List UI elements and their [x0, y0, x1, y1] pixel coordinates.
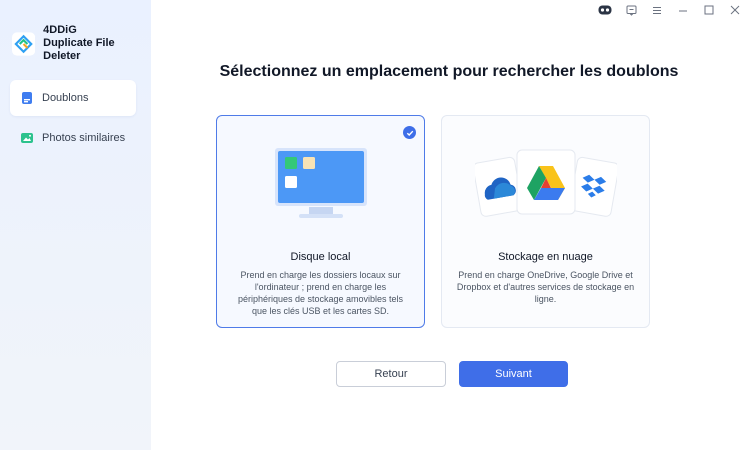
cloud-storage-card[interactable]: Stockage en nuage Prend en charge OneDri…: [441, 115, 650, 328]
dropbox-icon: [568, 156, 617, 217]
brand-name-line2: Duplicate File Deleter: [43, 37, 115, 62]
selected-check-icon: [403, 126, 416, 139]
sidebar-item-label: Photos similaires: [42, 132, 126, 144]
monitor-icon: [274, 148, 367, 218]
feedback-icon[interactable]: [619, 0, 643, 20]
local-disk-card[interactable]: Disque local Prend en charge les dossier…: [216, 115, 425, 328]
brand-name: 4DDiG Duplicate File Deleter: [43, 24, 151, 63]
minimize-icon[interactable]: [671, 0, 695, 20]
sidebar-item-label: Doublons: [42, 92, 89, 104]
onedrive-icon: [474, 156, 523, 217]
back-button[interactable]: Retour: [336, 361, 446, 387]
computer-illustration: [217, 146, 424, 222]
card-description: Prend en charge OneDrive, Google Drive e…: [456, 270, 635, 304]
sidebar-item-photos-similaires[interactable]: Photos similaires: [10, 120, 136, 156]
page-title: Sélectionnez un emplacement pour recherc…: [219, 63, 679, 80]
brand: 4DDiG Duplicate File Deleter: [12, 24, 151, 63]
card-description: Prend en charge les dossiers locaux sur …: [237, 270, 404, 316]
maximize-icon[interactable]: [697, 0, 721, 20]
window-controls: [591, 0, 747, 20]
card-title: Stockage en nuage: [498, 251, 593, 263]
card-title: Disque local: [290, 251, 351, 263]
google-drive-icon: [516, 149, 575, 215]
sidebar-item-doublons[interactable]: Doublons: [10, 80, 136, 116]
assistant-icon[interactable]: [593, 0, 617, 20]
cloud-services-illustration: [442, 148, 649, 222]
menu-icon[interactable]: [645, 0, 669, 20]
document-icon: [22, 92, 32, 104]
brand-name-line1: 4DDiG: [43, 24, 77, 36]
app-logo-icon: [12, 31, 36, 56]
image-icon: [21, 133, 33, 143]
next-button[interactable]: Suivant: [459, 361, 568, 387]
close-icon[interactable]: [723, 0, 747, 20]
sidebar: 4DDiG Duplicate File Deleter Doublons Ph…: [0, 0, 151, 450]
